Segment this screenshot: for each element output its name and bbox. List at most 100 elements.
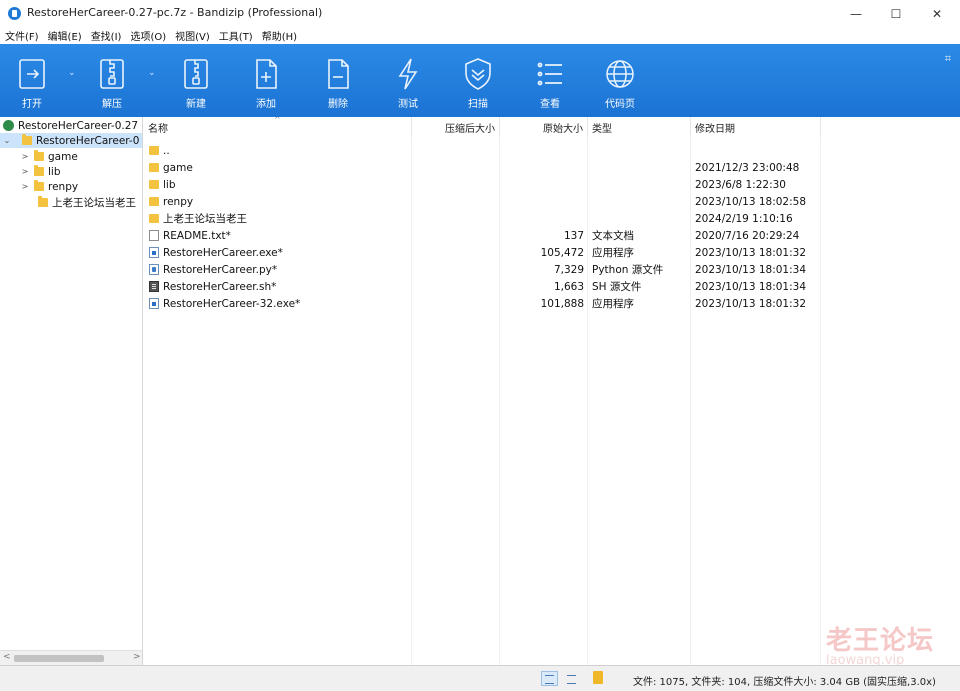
tree-item-label: game (48, 150, 78, 163)
scan-button[interactable]: 扫描 (458, 44, 498, 117)
folder-icon (149, 197, 159, 206)
menu-options[interactable]: 选项(O) (130, 28, 166, 43)
column-size[interactable]: 原始大小 (500, 117, 588, 137)
table-row[interactable]: game 2021/12/3 23:00:48 (144, 159, 824, 176)
file-modified: 2021/12/3 23:00:48 (695, 161, 800, 174)
file-modified: 2023/6/8 1:22:30 (695, 178, 786, 191)
tree-item-game[interactable]: > game (0, 149, 142, 164)
menu-help[interactable]: 帮助(H) (262, 28, 297, 43)
column-type[interactable]: 类型 (588, 117, 691, 137)
table-row[interactable]: README.txt* 137 文本文档 2020/7/16 20:29:24 (144, 227, 824, 244)
folder-icon (149, 163, 159, 172)
open-dropdown-arrow[interactable]: ⌄ (68, 68, 76, 78)
file-modified: 2024/2/19 1:10:16 (695, 212, 793, 225)
table-row[interactable]: lib 2023/6/8 1:22:30 (144, 176, 824, 193)
file-modified: 2023/10/13 18:01:32 (695, 246, 807, 259)
view-icon (532, 55, 568, 93)
file-type: 应用程序 (592, 298, 634, 310)
add-label: 添加 (256, 99, 276, 110)
list-view-button[interactable] (563, 671, 580, 686)
test-label: 测试 (398, 99, 418, 110)
file-name: .. (163, 144, 170, 157)
shell-script-icon (149, 281, 159, 292)
file-type: SH 源文件 (592, 281, 642, 293)
tree-item-renpy[interactable]: > renpy (0, 179, 142, 194)
table-row[interactable]: 上老王论坛当老王 2024/2/19 1:10:16 (144, 210, 824, 227)
extract-dropdown-arrow[interactable]: ⌄ (148, 68, 156, 78)
menu-view[interactable]: 视图(V) (175, 28, 210, 43)
collapse-arrow-icon[interactable]: > (20, 182, 30, 191)
table-row[interactable]: RestoreHerCareer.exe* 105,472 应用程序 2023/… (144, 244, 824, 261)
lock-icon[interactable] (593, 671, 603, 684)
file-name: 上老王论坛当老王 (163, 213, 247, 225)
expand-arrow-icon[interactable]: ⌄ (2, 136, 12, 145)
close-button[interactable]: ✕ (914, 0, 960, 27)
column-type-label: 类型 (592, 123, 612, 135)
folder-icon (34, 150, 44, 161)
bandizip-app-icon (8, 7, 21, 20)
file-modified: 2023/10/13 18:02:58 (695, 195, 807, 208)
column-packed-size[interactable]: 压缩后大小 (412, 117, 500, 137)
column-name-label: 名称 (148, 123, 168, 135)
file-size: 1,663 (553, 280, 584, 293)
menu-bar: 文件(F) 编辑(E) 查找(I) 选项(O) 视图(V) 工具(T) 帮助(H… (0, 27, 960, 44)
status-summary: 文件: 1075, 文件夹: 104, 压缩文件大小: 3.04 GB (固实压… (633, 677, 936, 688)
tree-item-archive[interactable]: ⌄ RestoreHerCareer-0 (0, 133, 142, 148)
add-button[interactable]: 添加 (246, 44, 286, 117)
folder-icon (38, 196, 48, 207)
tree-item-laowang[interactable]: 上老王论坛当老王 (0, 195, 142, 210)
file-name: RestoreHerCareer.py* (163, 263, 278, 276)
open-icon (14, 55, 50, 93)
file-name: RestoreHerCareer.sh* (163, 280, 277, 293)
folder-icon (34, 165, 44, 176)
file-name: game (163, 161, 193, 174)
extract-button[interactable]: 解压 (92, 44, 132, 117)
new-archive-button[interactable]: 新建 (176, 44, 216, 117)
column-header: 名称 ^ 压缩后大小 原始大小 类型 修改日期 (144, 117, 960, 137)
file-size: 137 (563, 229, 584, 242)
open-button[interactable]: 打开 (12, 44, 52, 117)
folder-icon (34, 180, 44, 191)
details-view-button[interactable] (541, 671, 558, 686)
new-archive-label: 新建 (186, 99, 206, 110)
table-row[interactable]: RestoreHerCareer.py* 7,329 Python 源文件 20… (144, 261, 824, 278)
tree-item-label: renpy (48, 180, 79, 193)
toolbar: 打开 ⌄ 解压 ⌄ 新建 添加 删除 测试 扫描 查看 代码页 ⌗ (0, 44, 960, 117)
executable-icon (149, 247, 159, 258)
table-row[interactable]: renpy 2023/10/13 18:02:58 (144, 193, 824, 210)
column-packed-label: 压缩后大小 (445, 123, 495, 135)
scroll-left-arrow-icon[interactable]: < (3, 652, 11, 662)
extract-label: 解压 (102, 99, 122, 110)
delete-button[interactable]: 删除 (318, 44, 358, 117)
toolbar-layout-icon[interactable]: ⌗ (945, 52, 951, 66)
status-bar: 文件: 1075, 文件夹: 104, 压缩文件大小: 3.04 GB (固实压… (0, 665, 960, 691)
codepage-button[interactable]: 代码页 (600, 44, 640, 117)
tree-root[interactable]: RestoreHerCareer-0.27 (0, 118, 142, 133)
menu-find[interactable]: 查找(I) (91, 28, 122, 43)
tree-horizontal-scrollbar[interactable]: < > (0, 650, 142, 665)
menu-file[interactable]: 文件(F) (5, 28, 39, 43)
folder-icon (149, 214, 159, 223)
extract-icon (94, 55, 130, 93)
menu-tools[interactable]: 工具(T) (219, 28, 253, 43)
tree-item-label: lib (48, 165, 61, 178)
file-name: RestoreHerCareer.exe* (163, 246, 283, 259)
table-row[interactable]: RestoreHerCareer.sh* 1,663 SH 源文件 2023/1… (144, 278, 824, 295)
column-modified[interactable]: 修改日期 (691, 117, 821, 137)
table-row[interactable]: .. (144, 142, 824, 159)
view-button[interactable]: 查看 (530, 44, 570, 117)
folder-icon (149, 180, 159, 189)
test-button[interactable]: 测试 (388, 44, 428, 117)
menu-edit[interactable]: 编辑(E) (48, 28, 82, 43)
collapse-arrow-icon[interactable]: > (20, 152, 30, 161)
column-name[interactable]: 名称 ^ (144, 117, 412, 137)
table-row[interactable]: RestoreHerCareer-32.exe* 101,888 应用程序 20… (144, 295, 824, 312)
scrollbar-thumb[interactable] (14, 655, 104, 662)
tree-item-label: RestoreHerCareer-0 (36, 134, 140, 147)
python-file-icon (149, 264, 159, 275)
collapse-arrow-icon[interactable]: > (20, 167, 30, 176)
scroll-right-arrow-icon[interactable]: > (133, 652, 141, 662)
maximize-button[interactable]: ☐ (873, 0, 919, 27)
file-name: RestoreHerCareer-32.exe* (163, 297, 301, 310)
tree-item-lib[interactable]: > lib (0, 164, 142, 179)
